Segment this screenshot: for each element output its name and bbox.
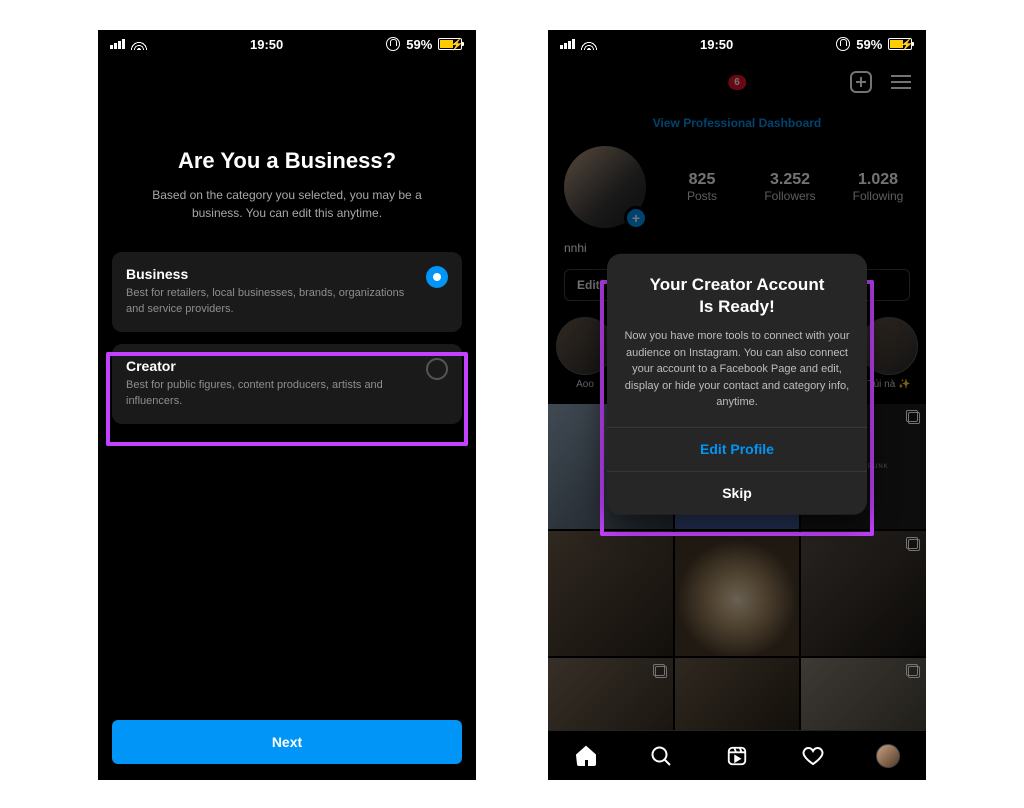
carousel-icon — [653, 664, 667, 678]
add-story-icon: + — [624, 206, 648, 230]
profile-header: + 825 Posts 3.252 Followers 1.028 Follow… — [548, 140, 926, 240]
grid-post[interactable] — [801, 531, 926, 656]
option-business[interactable]: Business Best for retailers, local busin… — [112, 252, 462, 332]
notification-badge[interactable]: 6 — [728, 75, 746, 90]
carousel-icon — [906, 410, 920, 424]
phone-business-selection: 19:50 59% ⚡ Are You a Business? Based on… — [98, 30, 476, 780]
carousel-icon — [906, 537, 920, 551]
story-label: Túi nà ✨ — [858, 379, 920, 390]
status-time: 19:50 — [597, 37, 836, 52]
grid-post[interactable] — [548, 531, 673, 656]
dialog-edit-profile-button[interactable]: Edit Profile — [607, 426, 867, 470]
profile-avatar[interactable]: + — [564, 146, 646, 228]
tab-home[interactable] — [574, 744, 598, 768]
edit-profile-label: Edit — [577, 278, 600, 292]
status-time: 19:50 — [147, 37, 386, 52]
stat-following[interactable]: 1.028 Following — [846, 171, 910, 203]
charging-icon: ⚡ — [450, 38, 464, 51]
heart-icon — [801, 744, 825, 768]
wifi-icon — [131, 38, 147, 50]
stat-posts-label: Posts — [670, 189, 734, 203]
create-button[interactable] — [848, 69, 874, 95]
stat-following-value: 1.028 — [846, 171, 910, 189]
stat-posts[interactable]: 825 Posts — [670, 171, 734, 203]
stat-followers-label: Followers — [758, 189, 822, 203]
search-icon — [649, 744, 673, 768]
dialog-skip-button[interactable]: Skip — [607, 470, 867, 514]
charging-icon: ⚡ — [900, 38, 914, 51]
story-thumb — [860, 317, 918, 375]
hamburger-icon — [891, 75, 911, 89]
radio-selected-icon — [426, 266, 448, 288]
carousel-icon — [906, 664, 920, 678]
stat-following-label: Following — [846, 189, 910, 203]
tab-reels[interactable] — [725, 744, 749, 768]
creator-ready-dialog: Your Creator Account Is Ready! Now you h… — [607, 254, 867, 515]
menu-button[interactable] — [888, 69, 914, 95]
signal-icon — [560, 39, 575, 49]
signal-icon — [110, 39, 125, 49]
option-creator-desc: Best for public figures, content produce… — [126, 378, 410, 410]
story-thumb — [556, 317, 614, 375]
battery-pct: 59% — [406, 37, 432, 52]
option-creator[interactable]: Creator Best for public figures, content… — [112, 344, 462, 424]
wifi-icon — [581, 38, 597, 50]
stat-posts-value: 825 — [670, 171, 734, 189]
rotation-lock-icon — [836, 37, 850, 51]
stat-followers-value: 3.252 — [758, 171, 822, 189]
story-highlight[interactable]: Túi nà ✨ — [858, 317, 920, 390]
dialog-title-line: Is Ready! — [699, 297, 775, 316]
phone-creator-ready: 19:50 59% ⚡ 6 View Professional Dashboar… — [548, 30, 926, 780]
page-subtitle: Based on the category you selected, you … — [112, 186, 462, 252]
next-button[interactable]: Next — [112, 720, 462, 764]
tab-activity[interactable] — [801, 744, 825, 768]
radio-unselected-icon — [426, 358, 448, 380]
dialog-body: Now you have more tools to connect with … — [623, 328, 851, 411]
status-bar: 19:50 59% ⚡ — [98, 30, 476, 58]
bottom-tab-bar — [548, 730, 926, 780]
tab-search[interactable] — [649, 744, 673, 768]
status-bar: 19:50 59% ⚡ — [548, 30, 926, 58]
tab-profile[interactable] — [876, 744, 900, 768]
home-icon — [574, 744, 598, 768]
battery-pct: 59% — [856, 37, 882, 52]
option-business-title: Business — [126, 266, 410, 282]
dialog-title-line: Your Creator Account — [650, 275, 825, 294]
plus-box-icon — [850, 71, 872, 93]
option-business-desc: Best for retailers, local businesses, br… — [126, 286, 410, 318]
dialog-title: Your Creator Account Is Ready! — [623, 274, 851, 318]
professional-dashboard-link[interactable]: View Professional Dashboard — [548, 106, 926, 140]
profile-avatar-icon — [876, 744, 900, 768]
option-creator-title: Creator — [126, 358, 410, 374]
page-title: Are You a Business? — [112, 148, 462, 174]
grid-post[interactable] — [675, 531, 800, 656]
stat-followers[interactable]: 3.252 Followers — [758, 171, 822, 203]
profile-topbar: 6 — [548, 58, 926, 106]
rotation-lock-icon — [386, 37, 400, 51]
reels-icon — [726, 745, 748, 767]
